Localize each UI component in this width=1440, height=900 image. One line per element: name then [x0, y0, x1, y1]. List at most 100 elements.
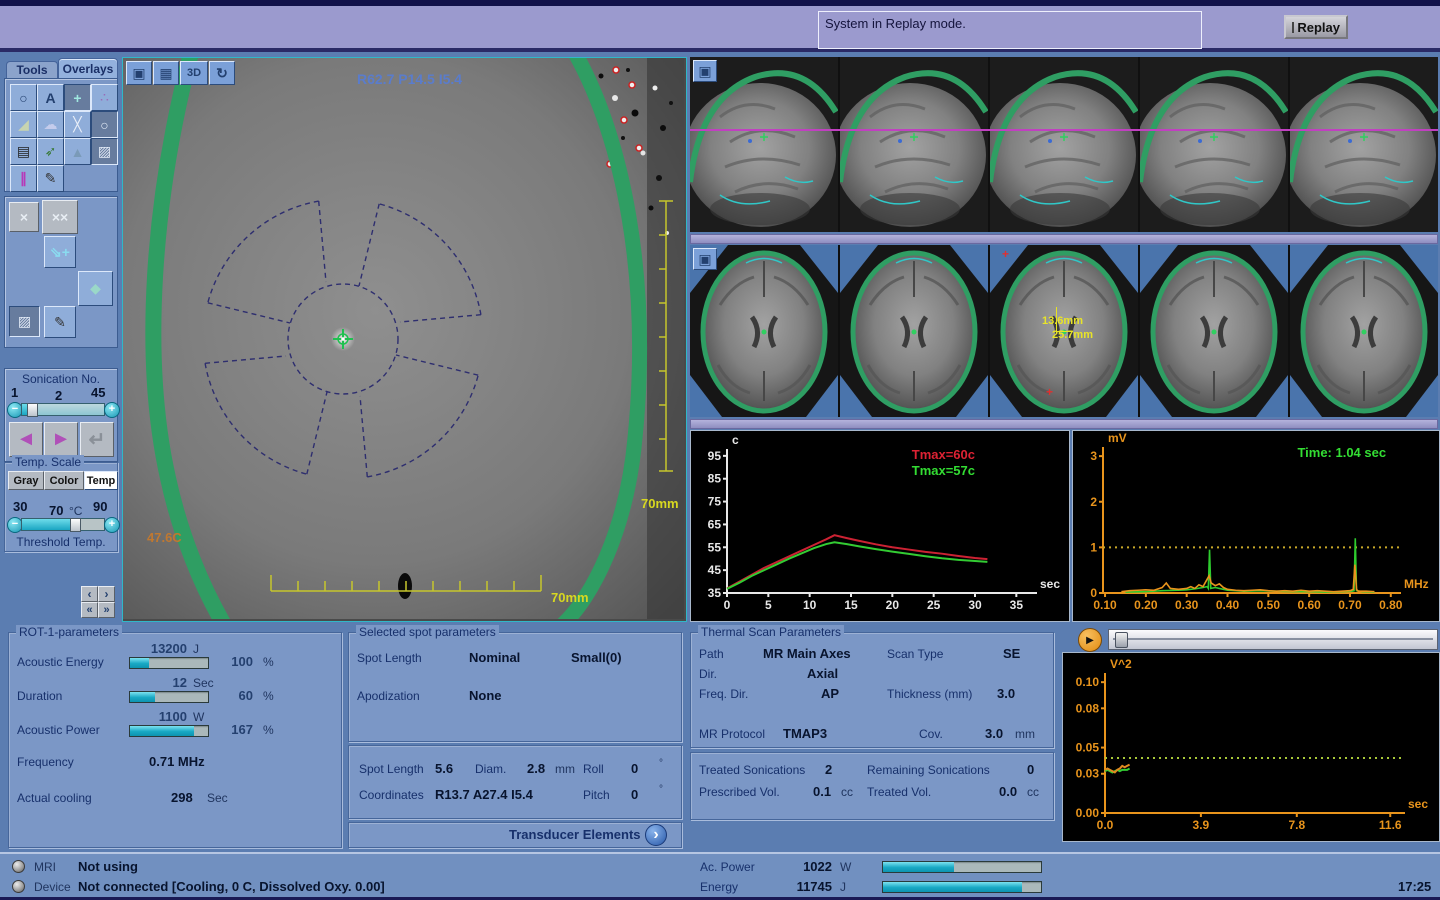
3d-view-button[interactable]: 3D	[180, 61, 208, 85]
duration-value: 12	[127, 675, 187, 690]
svg-text:0.50: 0.50	[1257, 598, 1281, 612]
transducer-elements-button[interactable]: ›	[645, 824, 667, 846]
tab-overlays[interactable]: Overlays	[58, 58, 118, 79]
dome-overlay-tool[interactable]: ▲	[64, 138, 91, 165]
status-bar: MRI Not using Device Not connected [Cool…	[0, 852, 1440, 899]
spot-parameters-group: Selected spot parameters Spot Length Nom…	[348, 632, 682, 742]
svg-text:0: 0	[724, 598, 731, 612]
svg-text:65: 65	[708, 517, 722, 531]
timeline-knob[interactable]	[1115, 632, 1128, 648]
axial-thumb-5[interactable]	[1290, 245, 1438, 417]
temp-scale-title: Temp. Scale	[12, 455, 84, 469]
svg-text:0.70: 0.70	[1338, 598, 1362, 612]
dose-chart: 0.03.97.811.60.000.030.050.080.10V^2sec	[1063, 653, 1437, 839]
ac-power-bar	[882, 861, 1042, 873]
ruler-tool[interactable]: ▤	[10, 138, 37, 165]
page-last-button[interactable]: »	[98, 602, 115, 618]
replay-play-button[interactable]: ▶	[1078, 628, 1102, 652]
cloud-overlay-tool[interactable]: ☁	[37, 111, 64, 138]
mri-status: Not using	[78, 859, 138, 874]
axial-thumb-3[interactable]: 13.6mm 25.7mm + +	[990, 245, 1138, 417]
ellipse-icon: ○	[19, 90, 27, 106]
threshold-slider[interactable]	[21, 518, 105, 531]
treated-vol-unit: cc	[1027, 785, 1039, 799]
temp-label: Temp	[87, 475, 116, 487]
thermal-scan-title: Thermal Scan Parameters	[698, 625, 844, 639]
page-prev-icon: ‹	[88, 587, 92, 601]
layout-button[interactable]: ▣	[126, 61, 152, 85]
svg-text:20: 20	[886, 598, 900, 612]
prescribed-vol-value: 0.1	[813, 784, 831, 799]
svg-text:55: 55	[708, 540, 722, 554]
page-next-button[interactable]: ›	[98, 586, 115, 602]
color-label: Color	[50, 475, 79, 487]
diameter-label: Diam.	[475, 762, 506, 776]
tab-tools[interactable]: Tools	[6, 61, 58, 79]
sonication-slider[interactable]	[21, 403, 105, 416]
replay-timeline-slider[interactable]	[1108, 629, 1438, 650]
svg-text:0.10: 0.10	[1076, 675, 1100, 689]
axial-strip-scrollbar[interactable]	[690, 419, 1438, 429]
page-first-button[interactable]: «	[81, 602, 98, 618]
beam-overlay-tool[interactable]: ◢	[10, 111, 37, 138]
next-sonication-button[interactable]: ►	[44, 422, 78, 457]
play-icon: ▶	[1086, 635, 1094, 646]
hatch-icon: ▨	[98, 143, 111, 160]
spot-tool[interactable]: ×	[9, 202, 39, 232]
sagittal-series-strip: ▣	[690, 57, 1438, 232]
sagittal-thumb-2[interactable]	[840, 57, 988, 232]
sagittal-thumb-3[interactable]	[990, 57, 1138, 232]
axial-thumb-1[interactable]	[690, 245, 838, 417]
previous-sonication-button[interactable]: ◄	[9, 422, 43, 457]
apodization-label: Apodization	[357, 689, 420, 703]
fibers-overlay-tool[interactable]: ∥	[10, 165, 37, 192]
gray-scale-button[interactable]: Gray	[8, 471, 44, 490]
sagittal-thumb-5[interactable]	[1290, 57, 1438, 232]
acoustic-power-unit: W	[193, 710, 204, 724]
crosshair-marker-tool[interactable]: +	[64, 84, 91, 111]
svg-text:3: 3	[1090, 449, 1097, 463]
return-button[interactable]: ↵	[80, 422, 114, 457]
axial-thumb-2[interactable]	[840, 245, 988, 417]
ruler-icon: ▤	[17, 143, 30, 160]
region-hatch-icon: ▨	[18, 313, 31, 330]
threshold-plus-button[interactable]: +	[104, 517, 120, 533]
sagittal-thumb-4[interactable]	[1140, 57, 1288, 232]
page-prev-button[interactable]: ‹	[81, 586, 98, 602]
region-draw-tool[interactable]: ✎	[44, 306, 76, 338]
axial-strip-layout-button[interactable]: ▣	[693, 248, 717, 270]
path-label: Path	[699, 647, 724, 661]
threshold-slider-knob[interactable]	[70, 518, 81, 532]
region-hatch-tool[interactable]: ▨	[9, 306, 40, 337]
frequency-value: 0.71 MHz	[149, 754, 205, 769]
axial-thumb-4[interactable]	[1140, 245, 1288, 417]
hatch-overlay-tool[interactable]: ▨	[91, 138, 118, 165]
text-annotation-tool[interactable]: A	[37, 84, 64, 111]
cells-overlay-tool[interactable]: ∴	[91, 84, 118, 111]
ellipse-roi-tool[interactable]: ○	[10, 84, 37, 111]
draw-overlay-tool[interactable]: ✎	[37, 165, 64, 192]
temp-scale-button[interactable]: Temp	[84, 471, 118, 490]
spot-geo-length-value: 5.6	[435, 761, 453, 776]
sonication-plus-button[interactable]: +	[104, 402, 120, 418]
ellipse-dark-tool[interactable]: ○	[91, 111, 118, 138]
sagittal-strip-layout-button[interactable]: ▣	[693, 60, 717, 82]
svg-text:35: 35	[1010, 598, 1024, 612]
rotate-view-button[interactable]: ↻	[209, 61, 235, 85]
replay-button[interactable]: Replay	[1284, 15, 1348, 39]
sagittal-strip-scrollbar[interactable]	[690, 234, 1438, 244]
spot-parameters-title: Selected spot parameters	[356, 625, 499, 639]
cine-button[interactable]: ▦	[153, 61, 179, 85]
multi-spot-tool[interactable]: ××	[42, 200, 78, 234]
main-image-viewport[interactable]: R62.7 P14.5 I5.4 47.6C 70mm 70mm ▣ ▦ 3D …	[122, 57, 687, 622]
rays-overlay-tool[interactable]: ╳	[64, 111, 91, 138]
cloud-edit-tool[interactable]: ➶	[37, 138, 64, 165]
sonication-slider-knob[interactable]	[27, 403, 38, 417]
add-spot-tool[interactable]: ⇘+	[44, 236, 76, 268]
move-spot-tool[interactable]: ◆	[78, 271, 113, 306]
add-spot-icon: ⇘+	[50, 244, 70, 261]
color-scale-button[interactable]: Color	[44, 471, 84, 490]
svg-text:75: 75	[708, 495, 722, 509]
spot-geometry-group: Spot Length 5.6 Diam. 2.8 mm Roll 0 ° Co…	[348, 745, 682, 819]
sagittal-thumb-1[interactable]	[690, 57, 838, 232]
